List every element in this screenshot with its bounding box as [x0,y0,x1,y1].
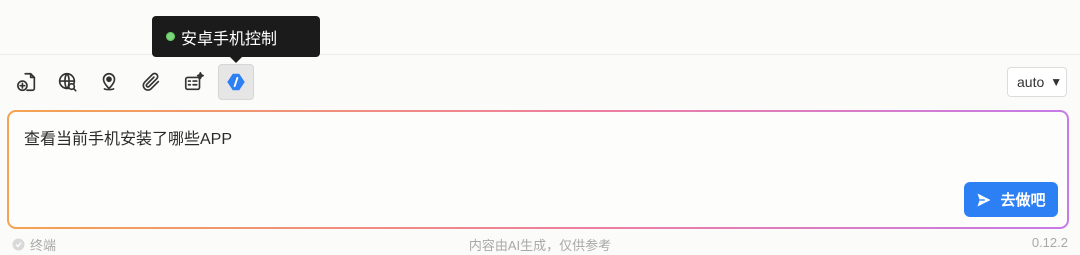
prompt-input-area[interactable]: 查看当前手机安装了哪些APP 去做吧 [9,112,1067,227]
send-button-label: 去做吧 [1000,192,1046,209]
chevron-down-icon: ▼ [1050,75,1063,89]
disclaimer: 内容由AI生成，仅供参考 [468,238,612,253]
status-dot [166,32,175,41]
file-add-icon [17,72,36,92]
file-add-button[interactable] [9,64,45,100]
paperclip-icon [142,72,160,91]
location-button[interactable] [91,64,127,100]
version-label: 0.12.2 [1031,235,1068,250]
send-icon [977,193,991,206]
tooltip: 安卓手机控制 [152,16,320,63]
attach-button[interactable] [133,64,169,100]
model-select[interactable]: auto ▼ [1007,67,1067,97]
tooltip-text: 安卓手机控制 [181,30,278,48]
send-button[interactable]: 去做吧 [964,182,1058,217]
android-control-button[interactable] [218,64,254,100]
prompt-box: 查看当前手机安装了哪些APP 去做吧 [7,110,1069,229]
android-control-icon [227,73,245,91]
media-sparkle-icon [184,72,204,91]
model-select-value: auto [1017,74,1045,90]
location-pin-icon [102,73,116,91]
web-search-button[interactable] [49,64,85,100]
globe-search-icon [58,72,77,92]
media-button[interactable] [176,64,212,100]
prompt-input[interactable]: 查看当前手机安装了哪些APP [24,125,232,149]
footer: 终端 内容由AI生成，仅供参考 0.12.2 [0,232,1080,254]
toolbar [0,62,1080,104]
